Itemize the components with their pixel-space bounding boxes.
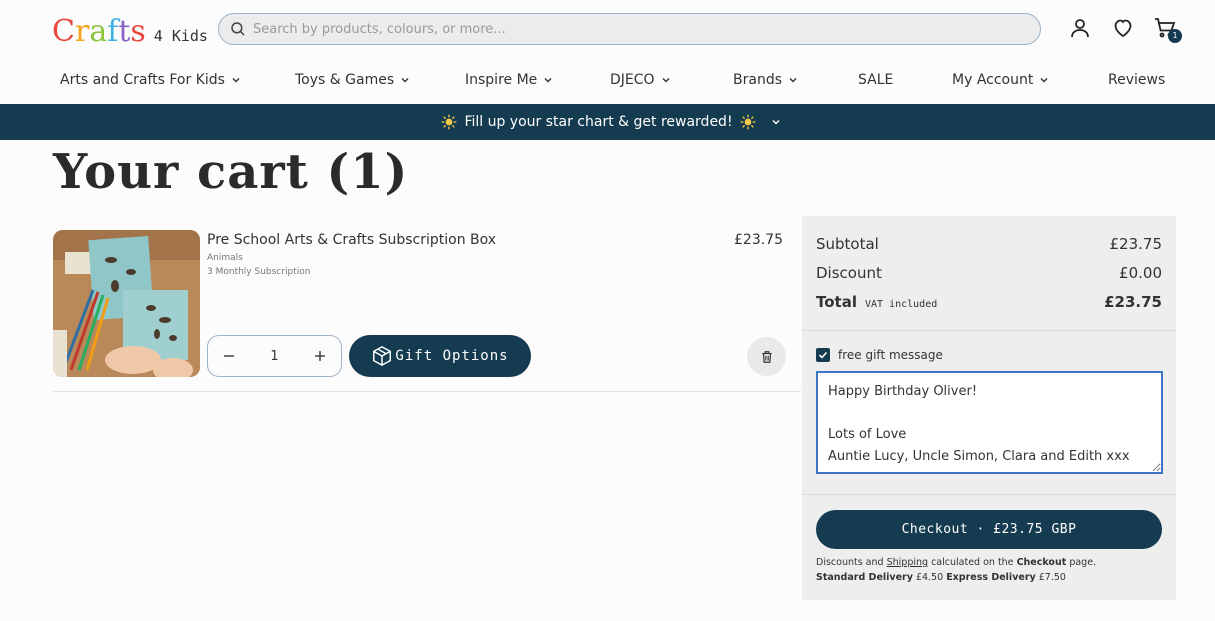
nav-item-label: My Account	[952, 72, 1034, 88]
sun-icon	[442, 114, 457, 130]
cart-count-badge: 1	[1168, 29, 1182, 43]
nav-item-brands[interactable]: Brands	[733, 72, 798, 88]
chevron-down-icon	[1040, 78, 1048, 83]
site-header: Crafts 4 Kids 1	[0, 0, 1215, 60]
logo-letter: t	[118, 14, 131, 49]
summary-divider	[802, 330, 1176, 331]
delivery-prices: Standard Delivery £4.50 Express Delivery…	[816, 572, 1066, 583]
cart-item-title[interactable]: Pre School Arts & Crafts Subscription Bo…	[207, 232, 496, 248]
checkout-button[interactable]: Checkout · £23.75 GBP	[816, 510, 1162, 549]
logo-letter: f	[107, 14, 119, 49]
checkmark-icon	[818, 351, 828, 359]
search-bar[interactable]	[218, 13, 1041, 45]
total-value: £23.75	[1104, 293, 1162, 311]
nav-item-label: Arts and Crafts For Kids	[60, 72, 225, 88]
shipping-link[interactable]: Shipping	[887, 557, 928, 568]
discount-value: £0.00	[1119, 264, 1162, 282]
page-title: Your cart (1)	[53, 144, 409, 200]
nav-item-label: Brands	[733, 72, 782, 88]
nav-item-toys-and-games[interactable]: Toys & Games	[295, 72, 410, 88]
product-photo-graphic	[53, 230, 200, 377]
box-icon	[373, 346, 392, 366]
cart-item-price: £23.75	[734, 232, 783, 248]
item-divider	[53, 391, 801, 392]
summary-divider	[802, 494, 1176, 495]
banner-text: Fill up your star chart & get rewarded!	[464, 114, 733, 130]
vat-note: VAT included	[864, 299, 938, 310]
standard-delivery-label: Standard Delivery	[816, 572, 913, 583]
express-delivery-price: £7.50	[1038, 572, 1066, 583]
gift-options-button[interactable]: Gift Options	[349, 335, 531, 377]
search-input[interactable]	[247, 14, 1040, 44]
shipping-note: Discounts and Shipping calculated on the…	[816, 557, 1096, 568]
product-image[interactable]	[53, 230, 200, 377]
note-text: calculated on the	[931, 557, 1014, 568]
nav-item-inspire-me[interactable]: Inspire Me	[465, 72, 553, 88]
chevron-down-icon[interactable]	[771, 117, 781, 127]
plus-icon	[315, 351, 325, 361]
note-text: page.	[1069, 557, 1097, 568]
trash-icon	[761, 350, 772, 363]
total-label: Total	[816, 293, 857, 311]
discount-label: Discount	[816, 264, 882, 282]
logo-letter: a	[89, 14, 108, 49]
chevron-down-icon	[232, 78, 240, 83]
logo-letter: r	[74, 14, 90, 49]
quantity-input[interactable]	[254, 348, 295, 364]
note-checkout-text: Checkout	[1016, 557, 1067, 568]
sun-icon	[740, 114, 755, 130]
main-navigation: Arts and Crafts For Kids Toys & Games In…	[0, 60, 1215, 104]
search-icon	[231, 22, 245, 36]
chevron-down-icon	[662, 78, 670, 83]
discount-row: Discount £0.00	[816, 264, 1162, 282]
nav-item-sale[interactable]: SALE	[858, 72, 893, 88]
nav-item-label: Toys & Games	[295, 72, 395, 88]
chevron-down-icon	[544, 78, 552, 83]
order-summary: Subtotal £23.75 Discount £0.00 Total VAT …	[802, 216, 1176, 600]
wishlist-heart-icon[interactable]	[1111, 16, 1135, 40]
standard-delivery-price: £4.50	[915, 572, 944, 583]
gift-options-label: Gift Options	[395, 348, 509, 364]
chevron-down-icon	[401, 78, 409, 83]
nav-item-reviews[interactable]: Reviews	[1108, 72, 1165, 88]
gift-message-textarea[interactable]	[816, 371, 1163, 474]
logo-subtitle: 4 Kids	[153, 27, 208, 45]
subtotal-label: Subtotal	[816, 235, 879, 253]
note-text: Discounts and	[816, 557, 884, 568]
minus-icon	[224, 355, 234, 357]
nav-item-my-account[interactable]: My Account	[952, 72, 1049, 88]
nav-item-label: DJECO	[610, 72, 655, 88]
express-delivery-label: Express Delivery	[946, 572, 1036, 583]
gift-message-checkbox[interactable]	[816, 348, 830, 362]
cart-item-plan: 3 Monthly Subscription	[207, 267, 311, 277]
promo-banner[interactable]: Fill up your star chart & get rewarded!	[0, 104, 1215, 140]
nav-item-arts-and-crafts[interactable]: Arts and Crafts For Kids	[60, 72, 241, 88]
quantity-decrease-button[interactable]	[220, 347, 238, 365]
cart-item-variant: Animals	[207, 253, 243, 263]
nav-item-label: SALE	[858, 72, 894, 88]
quantity-stepper	[207, 335, 342, 377]
subtotal-row: Subtotal £23.75	[816, 235, 1162, 253]
gift-message-checkbox-label: free gift message	[838, 348, 943, 362]
gift-message-option: free gift message	[816, 348, 943, 362]
site-logo[interactable]: Crafts 4 Kids	[52, 14, 208, 49]
remove-item-button[interactable]	[747, 337, 786, 376]
logo-letter: C	[52, 14, 75, 49]
nav-item-label: Reviews	[1108, 72, 1166, 88]
logo-letter: s	[130, 14, 146, 49]
logo-wordmark: Crafts	[52, 14, 146, 49]
quantity-increase-button[interactable]	[311, 347, 329, 365]
total-row: Total VAT included £23.75	[816, 293, 1162, 311]
account-icon[interactable]	[1068, 16, 1092, 40]
nav-item-djeco[interactable]: DJECO	[610, 72, 671, 88]
subtotal-value: £23.75	[1109, 235, 1163, 253]
nav-item-label: Inspire Me	[465, 72, 538, 88]
chevron-down-icon	[789, 78, 797, 83]
